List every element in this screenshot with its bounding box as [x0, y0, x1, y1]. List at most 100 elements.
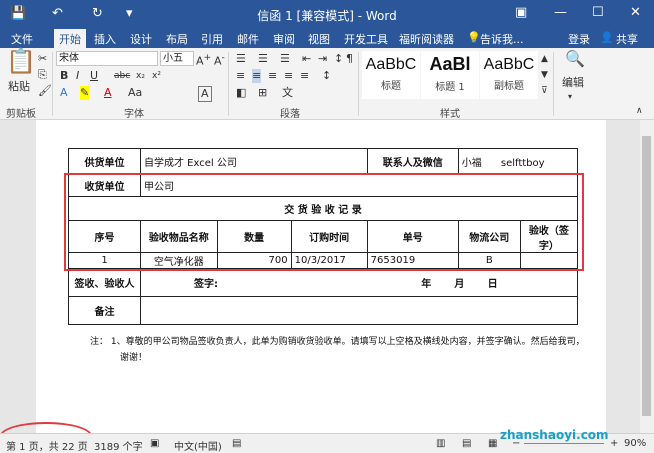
contact-name: 小福	[461, 158, 482, 169]
language-indicator[interactable]: 中文(中国)	[174, 438, 222, 453]
separator	[228, 52, 229, 116]
style-sample: AaBbC	[365, 56, 417, 73]
style-sample: AaBl	[429, 54, 471, 74]
style-subtitle[interactable]: AaBbC 副标题	[480, 51, 538, 99]
note-prefix: 注：	[90, 337, 109, 347]
shrink-font-icon[interactable]: A-	[214, 51, 225, 69]
collapse-ribbon-icon[interactable]: ∧	[636, 104, 643, 118]
tab-references[interactable]: 引用	[201, 31, 223, 47]
share-button[interactable]: 共享	[616, 31, 638, 47]
highlight-icon[interactable]: ✎	[80, 86, 90, 100]
separator	[358, 52, 359, 116]
contact-value[interactable]: 小福 selfttboy	[457, 148, 579, 175]
close-icon[interactable]: ✕	[630, 5, 641, 20]
ribbon-home: 📋 粘贴 ✂ ⎘ 🖌 剪贴板 宋体 小五 A+ A- B I U abc x₂ …	[0, 48, 654, 120]
change-case-icon[interactable]: Aa	[128, 86, 142, 100]
grow-font-icon[interactable]: A+	[196, 51, 211, 69]
zoom-level[interactable]: 90%	[624, 438, 646, 449]
tab-review[interactable]: 审阅	[273, 31, 295, 47]
note-line-2: 谢谢！	[120, 353, 148, 363]
proofing-icon[interactable]: ▣	[150, 438, 159, 449]
styles-scroll-up-icon[interactable]: ▲	[541, 52, 548, 66]
bullets-icon[interactable]: ☰	[236, 52, 246, 66]
font-size-combo[interactable]: 小五	[160, 51, 194, 66]
minimize-icon[interactable]: —	[554, 5, 567, 20]
tab-design[interactable]: 设计	[130, 31, 152, 47]
page-count[interactable]: 第 1 页，共 22 页	[6, 438, 88, 453]
zoom-in-icon[interactable]: +	[610, 438, 618, 449]
tab-foxit[interactable]: 福昕阅读器	[399, 31, 454, 47]
styles-scroll-down-icon[interactable]: ▼	[541, 68, 548, 82]
tab-file[interactable]: 文件	[11, 31, 33, 47]
find-icon[interactable]: 🔍	[565, 51, 585, 67]
tab-home[interactable]: 开始	[54, 29, 86, 48]
justify-icon[interactable]: ≡	[284, 69, 293, 83]
word-count[interactable]: 3189 个字	[94, 438, 143, 453]
sort-icon[interactable]: ↕	[334, 52, 343, 66]
tab-mailings[interactable]: 邮件	[237, 31, 259, 47]
char-border-icon[interactable]: A	[198, 86, 212, 102]
separator	[553, 52, 554, 116]
numbering-icon[interactable]: ☰	[258, 52, 268, 66]
underline-icon[interactable]: U	[90, 69, 98, 83]
copy-icon[interactable]: ⎘	[38, 68, 47, 82]
edit-button[interactable]: 编辑	[562, 76, 584, 90]
cut-icon[interactable]: ✂	[38, 52, 47, 66]
style-title[interactable]: AaBbC 标题	[362, 51, 420, 99]
align-left-icon[interactable]: ≡	[236, 69, 245, 83]
paste-button[interactable]: 粘贴	[8, 80, 30, 94]
style-name: 标题 1	[435, 82, 465, 93]
sign-label: 签收、验收人	[68, 268, 141, 297]
style-name: 副标题	[494, 81, 524, 92]
align-right-icon[interactable]: ≡	[268, 69, 277, 83]
print-layout-icon[interactable]: ▤	[462, 438, 471, 449]
sign-field[interactable]: 签字: 年 月 日	[140, 268, 578, 297]
chinese-layout-icon[interactable]: 文	[282, 86, 293, 100]
contact-label: 联系人及微信	[366, 148, 459, 175]
distribute-icon[interactable]: ≡	[300, 69, 309, 83]
scrollbar-thumb[interactable]	[642, 136, 651, 416]
borders-icon[interactable]: ⊞	[258, 86, 267, 100]
multilevel-list-icon[interactable]: ☰	[280, 52, 290, 66]
decrease-indent-icon[interactable]: ⇤	[302, 52, 311, 66]
align-center-icon[interactable]: ≡	[252, 69, 262, 83]
web-layout-icon[interactable]: ▦	[488, 438, 497, 449]
style-name: 标题	[381, 81, 401, 92]
italic-icon[interactable]: I	[76, 69, 79, 83]
text-effects-icon[interactable]: A	[60, 86, 68, 100]
shading-icon[interactable]: ◧	[236, 86, 246, 100]
tab-developer[interactable]: 开发工具	[344, 31, 388, 47]
increase-indent-icon[interactable]: ⇥	[318, 52, 327, 66]
paste-icon[interactable]: 📋	[6, 49, 36, 73]
subscript-icon[interactable]: x₂	[136, 69, 145, 83]
sign-in-link[interactable]: 登录	[568, 31, 590, 47]
ribbon-tabs: 文件 开始 插入 设计 布局 引用 邮件 审阅 视图 开发工具 福昕阅读器 💡 …	[0, 29, 654, 48]
styles-more-icon[interactable]: ⊽	[541, 84, 548, 98]
chevron-down-icon[interactable]: ▾	[568, 90, 572, 104]
strikethrough-icon[interactable]: abc	[114, 69, 130, 83]
separator	[52, 52, 53, 116]
remark-field[interactable]	[140, 296, 578, 325]
format-painter-icon[interactable]: 🖌	[38, 84, 52, 98]
highlight-box	[64, 173, 584, 271]
font-name-combo[interactable]: 宋体	[56, 51, 158, 66]
style-heading-1[interactable]: AaBl 标题 1	[421, 51, 479, 99]
font-color-icon[interactable]: A	[104, 86, 112, 100]
tab-layout[interactable]: 布局	[166, 31, 188, 47]
superscript-icon[interactable]: x²	[152, 69, 161, 83]
bold-icon[interactable]: B	[60, 69, 68, 83]
macro-icon[interactable]: ▤	[232, 438, 241, 449]
maximize-icon[interactable]: ☐	[592, 5, 604, 20]
ribbon-display-icon[interactable]: ▣	[515, 5, 527, 20]
tab-view[interactable]: 视图	[308, 31, 330, 47]
tab-insert[interactable]: 插入	[94, 31, 116, 47]
read-mode-icon[interactable]: ▥	[436, 438, 445, 449]
clipboard-group-label: 剪贴板	[6, 109, 36, 120]
tell-me-search[interactable]: 告诉我...	[480, 31, 524, 47]
zoom-slider[interactable]	[524, 443, 604, 444]
supplier-value[interactable]: 自学成才 Excel 公司	[140, 148, 368, 175]
watermark-text: zhanshaoyi.com	[500, 428, 609, 442]
line-spacing-icon[interactable]: ↕	[322, 69, 331, 83]
lightbulb-icon: 💡	[467, 31, 481, 44]
show-marks-icon[interactable]: ¶	[346, 52, 353, 66]
